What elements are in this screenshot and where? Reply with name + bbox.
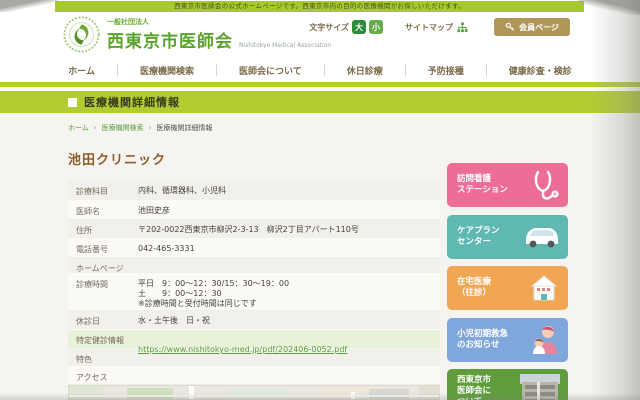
key-icon (505, 22, 514, 31)
house-icon (530, 275, 558, 301)
stethoscope-icon (534, 170, 559, 200)
page-title: 医療機関詳細情報 (84, 96, 180, 109)
banner-care-plan-center[interactable]: ケアプラン センター (447, 215, 568, 259)
banner-about-association[interactable]: 西東京市 医師会に ついて (447, 369, 568, 400)
nav-item-checkup[interactable]: 健康診査・検診 (487, 64, 594, 77)
banner-home-medical-care[interactable]: 在宅医療 （往診） (447, 266, 568, 310)
member-page-button[interactable]: 会員ページ (494, 18, 570, 36)
banner-label: 西東京市 医師会に ついて (457, 374, 492, 400)
row-value (138, 349, 440, 354)
banner-label: ケアプラン センター (457, 226, 500, 247)
logo-text: 一般社団法人 西東京市医師会 Nishitokyo Medical Associ… (107, 17, 331, 52)
page: 西東京市医師会の公式ホームページです。西東京市内の目的の医療機関がお探しいただけ… (0, 0, 640, 400)
nav-item-about[interactable]: 医師会について (217, 64, 324, 77)
breadcrumb-separator: › (93, 124, 97, 132)
table-row-closed-days: 休診日 水・土午後 日・祝 (68, 311, 440, 330)
row-value: 水・土午後 日・祝 (138, 316, 210, 325)
row-label: 特定健診情報 (76, 336, 124, 345)
breadcrumb-search[interactable]: 医療機関検索 (102, 123, 144, 133)
member-page-label: 会員ページ (519, 22, 559, 32)
table-row-doctor: 医師名 池田史彦 (68, 201, 440, 220)
row-value (138, 367, 440, 372)
table-row-address: 住所 〒202-0022西東京市柳沢2-3-13 柳沢2丁目アパート110号 (68, 220, 440, 239)
header-tools: 文字サイズ 大 小 サイトマップ 会員ページ (309, 18, 570, 36)
table-row-homepage: ホームページ (68, 258, 440, 274)
table-row-access: アクセス (68, 367, 440, 385)
font-size-label: 文字サイズ (309, 22, 349, 32)
table-row-checkup-info: 特定健診情報 https://www.nishitokyo-med.jp/pdf… (68, 330, 440, 354)
sitemap-link[interactable]: サイトマップ (405, 21, 468, 33)
breadcrumb: ホーム › 医療機関検索 › 医療機関詳細情報 (68, 123, 212, 133)
banner-pediatric-emergency[interactable]: 小児初期救急 のお知らせ (447, 318, 568, 362)
corner-shading (0, 0, 58, 12)
row-label: 診療時間 (76, 280, 108, 289)
row-label: 特色 (76, 355, 92, 364)
font-size-large-button[interactable]: 大 (352, 20, 366, 34)
table-row-phone: 電話番号 042-465-3331 (68, 239, 440, 258)
site-logo[interactable]: 一般社団法人 西東京市医師会 Nishitokyo Medical Associ… (63, 16, 331, 53)
banner-home-nursing-station[interactable]: 訪問看護 ステーション (447, 163, 568, 207)
banner-label: 訪問看護 ステーション (457, 174, 508, 195)
row-label: 医師名 (76, 207, 100, 216)
row-label: 電話番号 (76, 245, 108, 254)
page-title-bar: 医療機関詳細情報 (0, 91, 640, 113)
nav-item-search[interactable]: 医療機関検索 (118, 64, 216, 77)
row-label: 住所 (76, 226, 92, 235)
building-icon (520, 374, 560, 400)
sitemap-icon (457, 21, 468, 32)
parent-child-icon (533, 326, 557, 354)
title-square-icon (68, 97, 77, 107)
site-notice: 西東京市医師会の公式ホームページです。西東京市内の目的の医療機関がお探しいただけ… (55, 1, 584, 12)
breadcrumb-separator: › (148, 124, 152, 132)
breadcrumb-current: 医療機関詳細情報 (156, 124, 213, 132)
row-value (138, 258, 440, 263)
main-nav: ホーム 医療機関検索 医師会について 休日診療 予防接種 健康診査・検診 (0, 58, 640, 82)
table-row-hours: 診療時間 平日 9：00～12：30/15：30～19：00 土 9：00～12… (68, 274, 440, 311)
row-value: 内科、循環器科、小児科 (138, 186, 226, 195)
association-logo-icon (63, 16, 100, 53)
row-value: 池田史彦 (138, 206, 170, 215)
nav-underline (0, 82, 640, 87)
van-icon (526, 228, 558, 248)
banner-label: 小児初期救急 のお知らせ (457, 329, 509, 350)
table-row-departments: 診療科目 内科、循環器科、小児科 (68, 181, 440, 201)
row-value: 042-465-3331 (138, 244, 195, 253)
org-name-en: Nishitokyo Medical Association (239, 42, 332, 49)
nav-item-vaccination[interactable]: 予防接種 (406, 64, 486, 77)
row-label: ホームページ (76, 264, 124, 273)
clinic-name: 池田クリニック (68, 153, 167, 168)
nav-item-home[interactable]: ホーム (46, 64, 117, 77)
row-label: 休診日 (76, 317, 100, 326)
content-area: ホーム › 医療機関検索 › 医療機関詳細情報 池田クリニック 診療科目 内科、… (0, 113, 640, 400)
clinic-detail-table: 診療科目 内科、循環器科、小児科 医師名 池田史彦 住所 〒202-0022西東… (68, 181, 440, 385)
breadcrumb-home[interactable]: ホーム (68, 123, 89, 133)
table-row-features: 特色 (68, 349, 440, 367)
row-label: 診療科目 (76, 187, 108, 196)
site-header: 一般社団法人 西東京市医師会 Nishitokyo Medical Associ… (0, 12, 640, 58)
font-size-small-button[interactable]: 小 (369, 20, 383, 34)
sitemap-label: サイトマップ (405, 22, 453, 32)
org-type: 一般社団法人 (107, 18, 149, 26)
banner-label: 在宅医療 （往診） (457, 277, 492, 298)
access-map[interactable] (68, 385, 440, 400)
nav-item-holiday[interactable]: 休日診療 (325, 64, 405, 77)
row-value: 〒202-0022西東京市柳沢2-3-13 柳沢2丁目アパート110号 (138, 225, 359, 234)
row-value: 平日 9：00～12：30/15：30～19：00 土 9：00～12：30 ※… (138, 279, 290, 308)
org-name: 西東京市医師会 (107, 32, 233, 52)
row-label: アクセス (76, 373, 108, 382)
